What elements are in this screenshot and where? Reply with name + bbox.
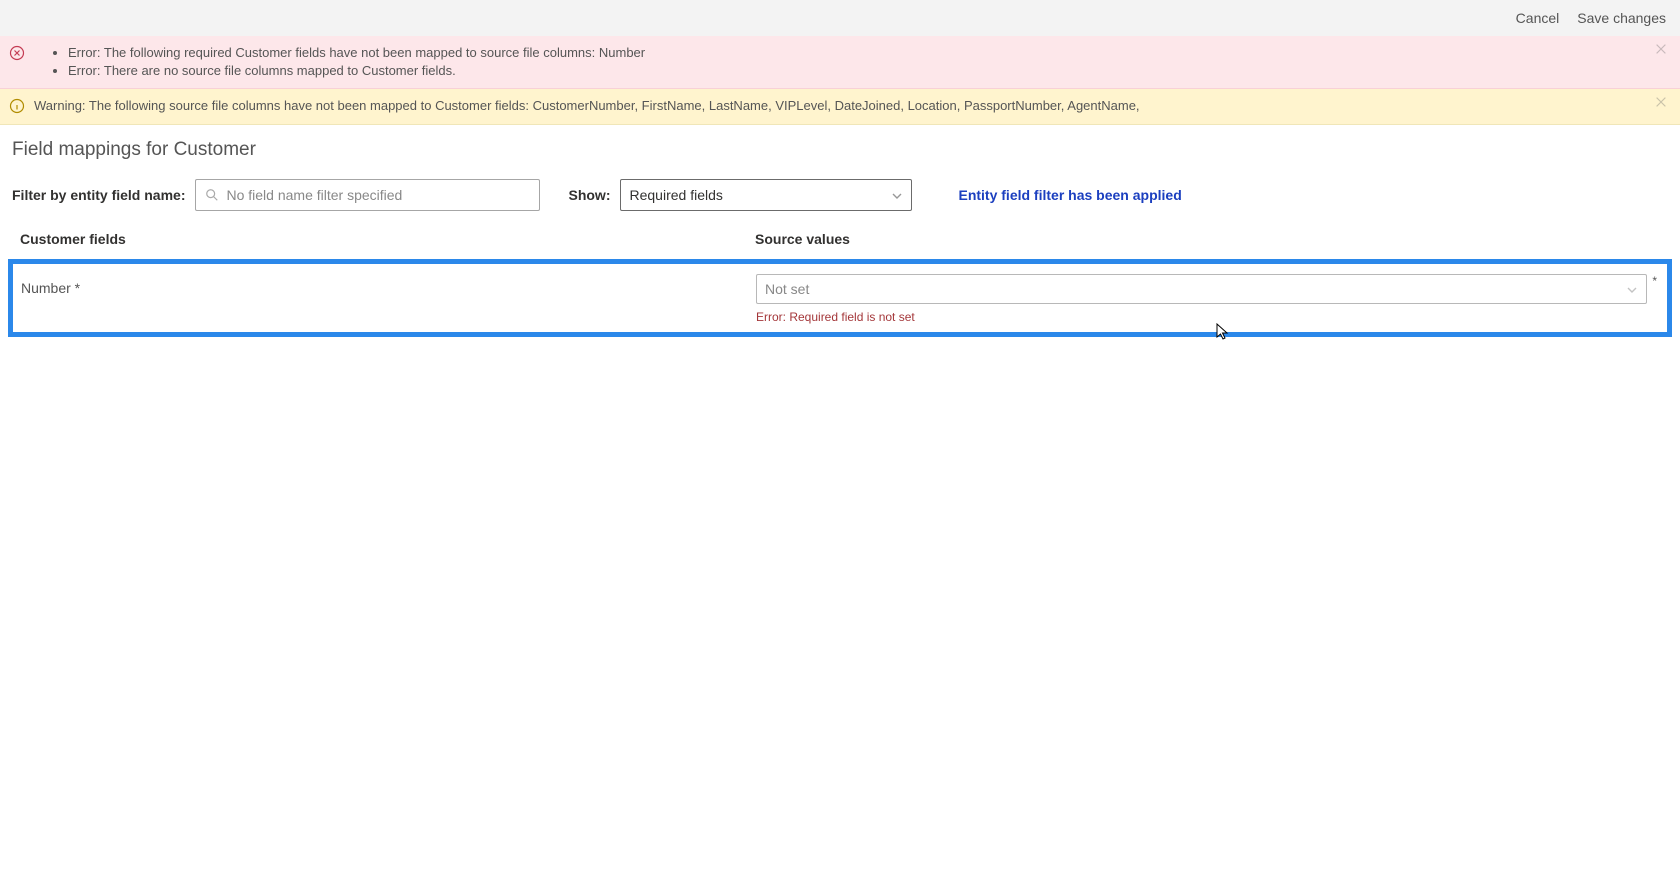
chevron-down-icon xyxy=(891,189,903,201)
warning-text: Warning: The following source file colum… xyxy=(32,97,1140,115)
show-dropdown-value: Required fields xyxy=(629,187,722,203)
required-asterisk: * xyxy=(1652,274,1657,288)
page-title: Field mappings for Customer xyxy=(12,139,1668,161)
column-headers: Customer fields Source values xyxy=(12,231,1668,247)
source-value-dropdown[interactable]: Not set xyxy=(756,274,1647,304)
main-content: Field mappings for Customer Filter by en… xyxy=(0,125,1680,337)
close-icon[interactable] xyxy=(1654,42,1670,58)
source-value-placeholder: Not set xyxy=(765,281,809,297)
mapping-row[interactable]: Number * Not set * Error: Required field… xyxy=(13,264,1667,332)
info-icon xyxy=(8,97,26,115)
chevron-down-icon xyxy=(1626,283,1638,295)
filter-applied-message: Entity field filter has been applied xyxy=(958,187,1181,203)
filter-row: Filter by entity field name: Show: Requi… xyxy=(12,179,1668,211)
filter-input-wrap xyxy=(195,179,540,211)
top-action-bar: Cancel Save changes xyxy=(0,0,1680,36)
mapping-row-selected: Number * Not set * Error: Required field… xyxy=(8,259,1672,337)
error-list: Error: The following required Customer f… xyxy=(32,44,645,80)
field-name-number: Number * xyxy=(21,274,756,296)
source-values-header: Source values xyxy=(755,231,850,247)
show-dropdown[interactable]: Required fields xyxy=(620,179,912,211)
error-icon xyxy=(8,44,26,62)
error-item: Error: There are no source file columns … xyxy=(68,62,645,80)
filter-label: Filter by entity field name: xyxy=(12,187,185,203)
field-error-text: Error: Required field is not set xyxy=(756,310,1659,324)
show-label: Show: xyxy=(568,187,610,203)
error-banner: Error: The following required Customer f… xyxy=(0,36,1680,89)
warning-banner: Warning: The following source file colum… xyxy=(0,89,1680,124)
cancel-button[interactable]: Cancel xyxy=(1516,10,1560,26)
search-icon xyxy=(205,188,219,202)
save-changes-button[interactable]: Save changes xyxy=(1577,10,1666,26)
error-item: Error: The following required Customer f… xyxy=(68,44,645,62)
close-icon[interactable] xyxy=(1654,95,1670,111)
source-cell: Not set * Error: Required field is not s… xyxy=(756,274,1659,324)
customer-fields-header: Customer fields xyxy=(20,231,755,247)
filter-input[interactable] xyxy=(195,179,540,211)
